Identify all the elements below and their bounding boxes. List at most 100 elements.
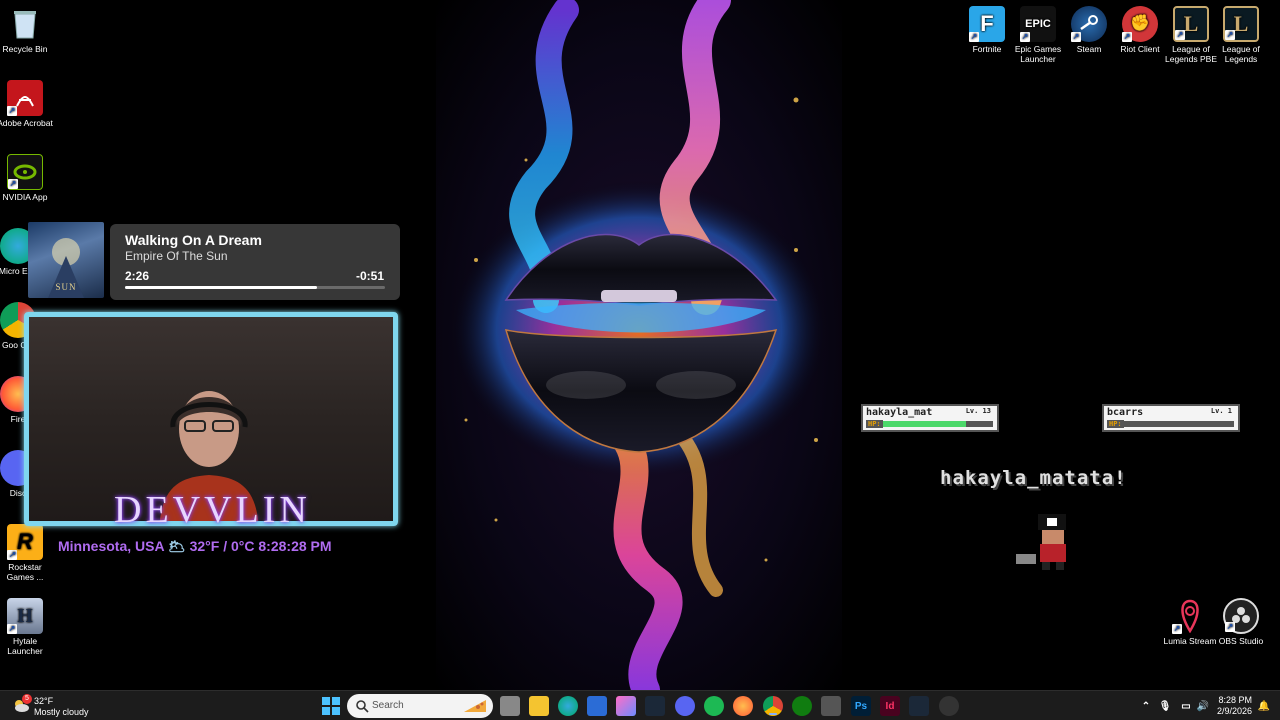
edge-taskbar-icon[interactable] [558, 696, 578, 716]
acrobat-icon: ↗ [7, 80, 43, 116]
photoshop-icon[interactable]: Ps [851, 696, 871, 716]
desktop-icon-label: Hytale Launcher [7, 636, 43, 656]
desktop-icon-label: League of Legends PBE [1165, 44, 1217, 64]
rockstar-icon: R ↗ [7, 524, 43, 560]
shortcut-arrow-icon: ↗ [1071, 32, 1081, 42]
recycle-bin-icon [7, 6, 43, 42]
desktop-icon-adobe-acrobat[interactable]: ↗ Adobe Acrobat [0, 80, 53, 128]
now-playing-remaining: -0:51 [355, 269, 384, 283]
desktop-icon-label: Steam [1076, 44, 1102, 54]
desktop-icon-steam[interactable]: ↗ Steam [1061, 6, 1117, 54]
weather-widget[interactable]: 5 32°F Mostly cloudy [10, 694, 120, 718]
cloudy-icon: 🌥 [167, 538, 186, 554]
store-icon[interactable] [587, 696, 607, 716]
temperature-text: 32°F / 0°C [189, 538, 255, 554]
streamer-name: DEVVLIN [114, 489, 311, 531]
shortcut-arrow-icon: ↗ [1225, 30, 1235, 40]
windows-icon [322, 697, 340, 715]
weather-temp: 32°F [34, 696, 54, 706]
shortcut-arrow-icon: ↗ [1172, 624, 1182, 634]
desktop-icon-lumia-stream[interactable]: ↗ Lumia Stream [1162, 598, 1218, 646]
now-playing-elapsed: 2:26 [125, 269, 150, 283]
lips-smoke-artwork [449, 0, 829, 690]
search-placeholder: Search [372, 700, 404, 711]
now-playing-title: Walking On A Dream [125, 232, 262, 248]
pixel-pirate-sprite [1016, 514, 1066, 570]
weather-condition: Mostly cloudy [34, 707, 89, 717]
stream-time-text: 8:28:28 PM [258, 538, 332, 554]
active-indicator [769, 713, 777, 715]
overlay-chat-message: hakayla_matata! [940, 467, 1127, 489]
snipping-tool-icon[interactable] [821, 696, 841, 716]
shortcut-arrow-icon: ↗ [969, 32, 979, 42]
league-icon: L ↗ [1223, 6, 1259, 42]
copilot-icon[interactable] [616, 696, 636, 716]
chrome-taskbar-icon[interactable] [763, 696, 783, 716]
indesign-icon[interactable]: Id [880, 696, 900, 716]
now-playing-progress-bar[interactable] [125, 286, 385, 289]
notification-badge: 5 [22, 694, 32, 704]
desktop-icon-label: Lumia Stream [1163, 636, 1217, 646]
player-hp-box-1: hakayla_mat Lv. 13 HP: [861, 404, 999, 432]
league-pbe-icon: L ↗ [1173, 6, 1209, 42]
clock-time: 8:28 PM [1218, 695, 1252, 705]
desktop-icon-label: Adobe Acrobat [0, 118, 53, 128]
player-name: bcarrs [1107, 407, 1144, 418]
player-hp-box-2: bcarrs Lv. 1 HP: [1102, 404, 1240, 432]
desktop-icon-label: Rockstar Games ... [6, 562, 44, 582]
start-button[interactable] [321, 696, 341, 716]
shortcut-arrow-icon: ↗ [1225, 622, 1235, 632]
shortcut-arrow-icon: ↗ [1122, 32, 1132, 42]
hp-bar-fill [883, 421, 966, 427]
taskbar-clock[interactable]: 8:28 PM 2/9/2026 [1212, 695, 1252, 717]
steam-taskbar-icon-2[interactable] [909, 696, 929, 716]
nvidia-icon: ↗ [7, 154, 43, 190]
desktop-icon-label: League of Legends [1222, 44, 1260, 64]
lumia-stream-icon: ↗ [1172, 598, 1208, 634]
desktop-icon-recycle-bin[interactable]: Recycle Bin [0, 6, 53, 54]
shortcut-arrow-icon: ↗ [7, 550, 17, 560]
album-art-text: SUN [55, 282, 77, 292]
desktop-icon-label: NVIDIA App [2, 192, 48, 202]
desktop-icon-riot-client[interactable]: ✊ ↗ Riot Client [1112, 6, 1168, 54]
taskbar-search[interactable]: Search [347, 694, 493, 718]
file-explorer-icon[interactable] [529, 696, 549, 716]
desktop-icon-label: OBS Studio [1218, 636, 1264, 646]
hytale-icon: H ↗ [7, 598, 43, 634]
discord-taskbar-icon[interactable] [675, 696, 695, 716]
desktop-icon-league-pbe[interactable]: L ↗ League of Legends PBE [1163, 6, 1219, 64]
steam-taskbar-icon[interactable] [645, 696, 665, 716]
task-view-icon[interactable] [500, 696, 520, 716]
desktop-icon-rockstar[interactable]: R ↗ Rockstar Games ... [0, 524, 53, 582]
desktop-icon-label: Recycle Bin [2, 44, 48, 54]
player-level: Lv. 13 [965, 407, 991, 415]
chevron-up-icon[interactable]: ⌃ [1136, 696, 1156, 716]
desktop-icon-league[interactable]: L ↗ League of Legends [1213, 6, 1269, 64]
hp-bar [883, 421, 993, 427]
desktop-icon-obs-studio[interactable]: ↗ OBS Studio [1213, 598, 1269, 646]
now-playing-artist: Empire Of The Sun [125, 249, 228, 263]
shortcut-arrow-icon: ↗ [1175, 30, 1185, 40]
fortnite-icon: F ↗ [969, 6, 1005, 42]
firefox-taskbar-icon[interactable] [733, 696, 753, 716]
desktop-icon-epic-games[interactable]: EPIC ↗ Epic Games Launcher [1010, 6, 1066, 64]
microphone-icon[interactable]: 🎙 [1155, 696, 1175, 716]
shortcut-arrow-icon: ↗ [7, 624, 17, 634]
player-level: Lv. 1 [1210, 407, 1232, 415]
speaker-icon[interactable]: 🔊 [1193, 696, 1213, 716]
desktop-icon-label: Epic Games Launcher [1014, 44, 1062, 64]
obs-taskbar-icon[interactable] [939, 696, 959, 716]
spotify-icon[interactable] [704, 696, 724, 716]
xbox-icon[interactable] [792, 696, 812, 716]
now-playing-widget[interactable]: Walking On A Dream Empire Of The Sun 2:2… [110, 224, 400, 300]
desktop-icon-fortnite[interactable]: F ↗ Fortnite [959, 6, 1015, 54]
album-art: SUN [28, 222, 104, 298]
notification-bell-icon[interactable]: 🔔 [1254, 696, 1274, 716]
taskbar: 5 32°F Mostly cloudy Search Ps Id ⌃ 🎙 ▭ … [0, 690, 1280, 720]
desktop-icon-hytale[interactable]: H ↗ Hytale Launcher [0, 598, 53, 656]
hp-label: HP: [866, 420, 883, 428]
riot-client-icon: ✊ ↗ [1122, 6, 1158, 42]
location-text: Minnesota, USA [58, 538, 165, 554]
epic-games-icon: EPIC ↗ [1020, 6, 1056, 42]
desktop-icon-nvidia-app[interactable]: ↗ NVIDIA App [0, 154, 53, 202]
